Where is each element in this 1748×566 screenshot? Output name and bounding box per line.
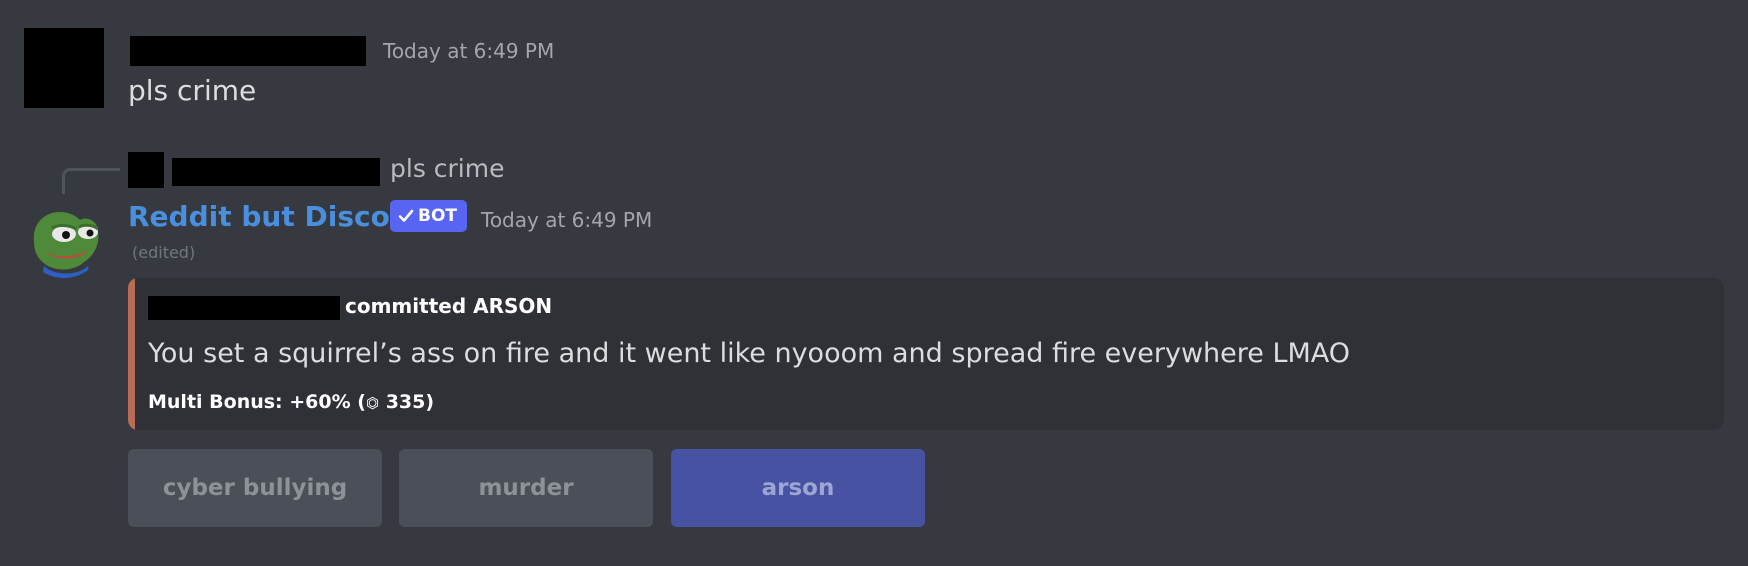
embed-footer-prefix: Multi Bonus: +60% (	[148, 391, 366, 413]
embed-footer-suffix: 335)	[379, 391, 435, 413]
bot-message-timestamp: Today at 6:49 PM	[481, 208, 653, 232]
reply-preview-text[interactable]: pls crime	[390, 154, 505, 183]
embed-author-redacted	[148, 296, 340, 320]
murder-button[interactable]: murder	[399, 449, 653, 527]
bot-author-name[interactable]: Reddit but Discord	[128, 200, 424, 233]
reply-connector	[62, 168, 120, 194]
coin-icon: ⏣	[365, 394, 380, 412]
bot-badge-label: BOT	[418, 206, 458, 226]
arson-button[interactable]: arson	[671, 449, 925, 527]
checkmark-icon	[398, 209, 414, 222]
cyber-bullying-button[interactable]: cyber bullying	[128, 449, 382, 527]
message-timestamp: Today at 6:49 PM	[383, 39, 555, 63]
bot-badge: BOT	[390, 200, 468, 232]
reply-avatar[interactable]	[128, 152, 164, 188]
message-content: pls crime	[128, 74, 257, 107]
embed-description: You set a squirrel’s ass on fire and it …	[148, 338, 1351, 369]
embed-card: committed ARSON You set a squirrel’s ass…	[128, 278, 1724, 430]
embed-author: committed ARSON	[345, 294, 553, 318]
user-avatar[interactable]	[24, 28, 104, 108]
embed-footer: Multi Bonus: +60% (⏣ 335)	[148, 391, 434, 413]
embed-accent-bar	[128, 278, 135, 430]
edited-marker: (edited)	[132, 243, 196, 262]
user-name-redacted[interactable]	[130, 36, 366, 66]
reply-user-name-redacted[interactable]	[172, 158, 380, 186]
pepe-frog-icon[interactable]	[24, 198, 104, 278]
